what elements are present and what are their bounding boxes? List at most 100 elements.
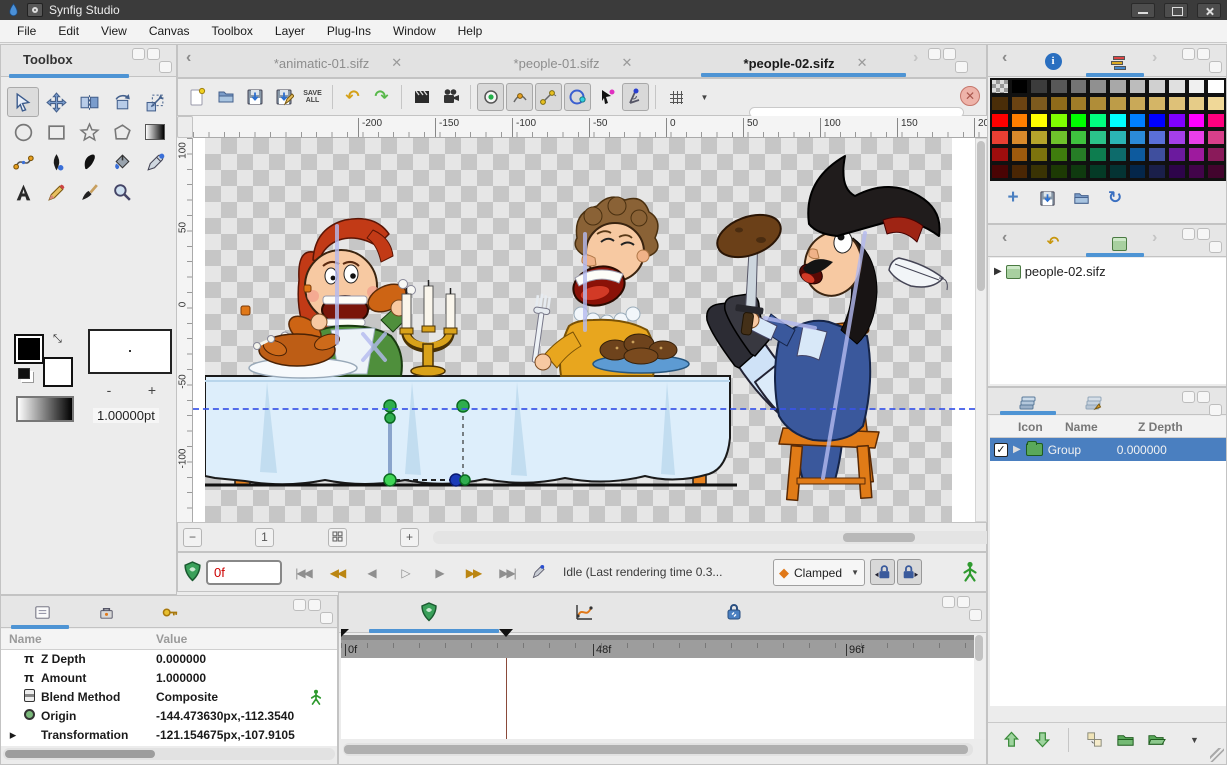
palette-swatch-69[interactable] — [1147, 163, 1167, 180]
palette-swatch-51[interactable] — [1029, 146, 1049, 163]
menu-help[interactable]: Help — [447, 21, 494, 41]
tabs-scroll-right-icon[interactable]: › — [1152, 49, 1157, 67]
lower-layer-icon[interactable] — [1033, 730, 1052, 749]
tab-toolbox[interactable]: Toolbox — [23, 52, 73, 67]
palette-swatch-9[interactable] — [1147, 78, 1167, 95]
window-menu-icon[interactable] — [27, 3, 43, 17]
dock-handle[interactable] — [130, 47, 174, 75]
horizontal-ruler[interactable]: -200-150-100-50050100150200 — [193, 116, 987, 138]
menu-window[interactable]: Window — [382, 21, 447, 41]
reset-colors-icon[interactable] — [18, 368, 30, 379]
palette-swatch-64[interactable] — [1049, 163, 1069, 180]
param-value[interactable]: 1.000000 — [156, 671, 206, 685]
render-button[interactable] — [408, 83, 435, 111]
expander-icon[interactable]: ▶ — [1013, 444, 1021, 455]
palette-swatch-19[interactable] — [1108, 95, 1128, 112]
raise-layer-icon[interactable] — [1002, 730, 1021, 749]
tab-close-icon[interactable]: ✕ — [857, 55, 868, 71]
dock-handle[interactable] — [1180, 227, 1224, 255]
tangent-handles-button[interactable] — [535, 83, 562, 111]
lock-past-keyframe-button[interactable] — [870, 559, 895, 585]
param-value[interactable]: Composite — [156, 690, 218, 704]
palette-swatch-6[interactable] — [1088, 78, 1108, 95]
table-layer[interactable] — [205, 376, 737, 485]
tabs-scroll-left-icon[interactable]: ‹ — [1002, 229, 1007, 247]
palette-swatch-23[interactable] — [1187, 95, 1207, 112]
palette-swatch-42[interactable] — [1088, 129, 1108, 146]
background-render-toggle-icon[interactable] — [182, 561, 203, 582]
palette-swatch-50[interactable] — [1010, 146, 1030, 163]
palette-swatch-31[interactable] — [1108, 112, 1128, 129]
param-value[interactable]: 0.000000 — [156, 652, 206, 666]
canvas-viewport[interactable] — [193, 138, 975, 522]
dock-handle[interactable] — [291, 598, 335, 626]
palette-swatch-62[interactable] — [1010, 163, 1030, 180]
palette-swatch-41[interactable] — [1069, 129, 1089, 146]
param-row-transformation[interactable]: ▸Transformation-121.154675px,-107.9105 — [1, 726, 337, 745]
palette-swatch-65[interactable] — [1069, 163, 1089, 180]
palette-swatch-15[interactable] — [1029, 95, 1049, 112]
canvas-tab-3[interactable]: *people-02.sifz✕ — [703, 50, 908, 76]
swap-colors-icon[interactable]: ⤡ — [53, 333, 62, 346]
position-handles-button[interactable] — [477, 83, 504, 111]
tool-rotate[interactable] — [106, 87, 138, 117]
tab-sets[interactable] — [1076, 390, 1110, 415]
palette-swatch-11[interactable] — [1187, 78, 1207, 95]
palette-swatch-67[interactable] — [1108, 163, 1128, 180]
palette-swatch-49[interactable] — [990, 146, 1010, 163]
zoom-out-button[interactable]: − — [183, 528, 202, 547]
seek-next-frame-button[interactable]: ▶ — [424, 561, 454, 585]
open-file-button[interactable] — [212, 83, 239, 111]
param-row-z-depth[interactable]: πZ Depth0.000000 — [1, 650, 337, 669]
palette-swatch-60[interactable] — [1206, 146, 1226, 163]
dock-handle[interactable] — [1180, 47, 1224, 75]
menu-plugins[interactable]: Plug-Ins — [316, 21, 382, 41]
save-as-button[interactable] — [270, 83, 297, 111]
palette-swatch-58[interactable] — [1167, 146, 1187, 163]
palette-swatch-70[interactable] — [1167, 163, 1187, 180]
palette-swatch-21[interactable] — [1147, 95, 1167, 112]
tool-brush[interactable] — [73, 177, 105, 207]
tabs-scroll-right-icon[interactable]: › — [913, 49, 918, 67]
palette-swatch-45[interactable] — [1147, 129, 1167, 146]
zoom-reset-button[interactable]: 1 — [255, 528, 274, 547]
tab-close-icon[interactable]: ✕ — [622, 55, 633, 71]
tabs-scroll-left-icon[interactable]: ‹ — [186, 49, 191, 67]
stop-render-button[interactable]: ✕ — [960, 86, 980, 106]
palette-swatch-54[interactable] — [1088, 146, 1108, 163]
palette-swatch-71[interactable] — [1187, 163, 1207, 180]
tool-width[interactable] — [40, 147, 72, 177]
undo-button[interactable]: ↶ — [339, 83, 366, 111]
tab-curves[interactable] — [569, 599, 599, 625]
tool-eyedropper[interactable] — [139, 147, 171, 177]
param-value[interactable]: -144.473630px,-112.3540 — [156, 709, 294, 723]
tool-circle[interactable] — [7, 117, 39, 147]
expander-icon[interactable]: ▶ — [994, 266, 1002, 277]
palette-swatch-14[interactable] — [1010, 95, 1030, 112]
layer-zdepth[interactable]: 0.000000 — [1117, 443, 1167, 457]
seek-prev-keyframe-button[interactable]: ◀◀ — [322, 561, 352, 585]
open-palette-button[interactable] — [1070, 187, 1092, 209]
palette-swatch-39[interactable] — [1029, 129, 1049, 146]
seek-next-keyframe-button[interactable]: ▶▶ — [458, 561, 488, 585]
outline-color-swatch[interactable] — [43, 357, 73, 387]
animate-mode-button[interactable] — [523, 561, 553, 585]
horizontal-guide-line[interactable] — [193, 408, 975, 410]
minimize-button[interactable] — [1131, 3, 1155, 18]
seek-end-button[interactable]: ▶▶| — [492, 561, 522, 585]
palette-swatch-55[interactable] — [1108, 146, 1128, 163]
close-button[interactable] — [1197, 3, 1221, 18]
params-col-name[interactable]: Name — [9, 632, 42, 646]
seek-begin-button[interactable]: |◀◀ — [288, 561, 318, 585]
woman-figure-layer[interactable] — [241, 219, 416, 378]
palette-swatch-66[interactable] — [1088, 163, 1108, 180]
default-gradient-swatch[interactable] — [16, 396, 74, 422]
play-button[interactable]: ▷ — [390, 561, 420, 585]
tab-timetrack[interactable] — [414, 599, 444, 625]
tabs-scroll-left-icon[interactable]: ‹ — [1002, 49, 1007, 67]
timetrack-horizontal-scrollbar[interactable] — [343, 743, 973, 756]
palette-swatch-40[interactable] — [1049, 129, 1069, 146]
vertex-handles-button[interactable] — [506, 83, 533, 111]
menu-toolbox[interactable]: Toolbox — [201, 21, 264, 41]
save-all-button[interactable]: SAVE ALL — [299, 83, 326, 111]
